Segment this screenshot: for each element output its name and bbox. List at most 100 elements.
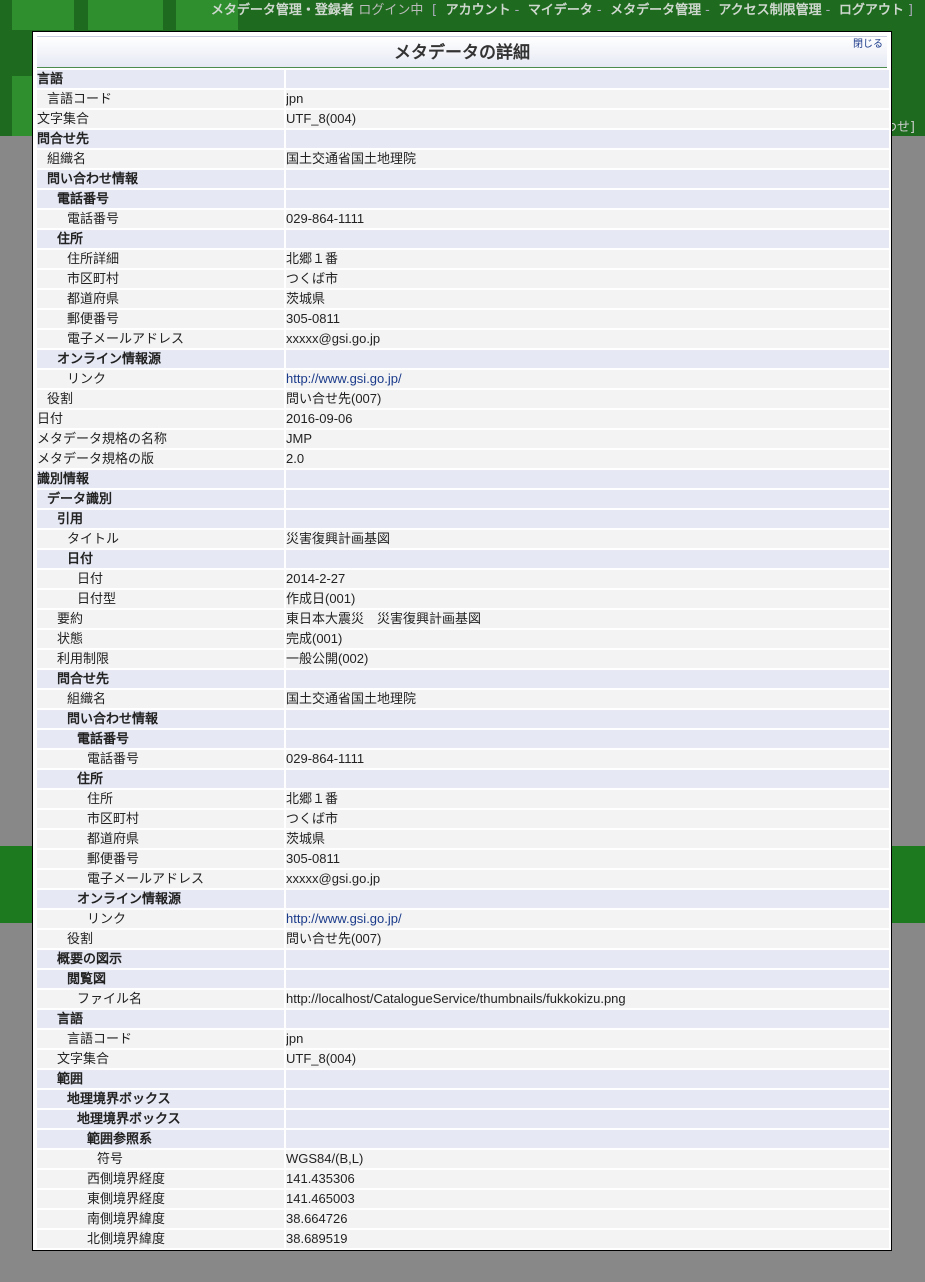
row-value: 305-0811 [286, 850, 889, 868]
group-row: 電話番号 [37, 190, 889, 208]
row-value [286, 230, 889, 248]
row-value [286, 510, 889, 528]
nav-logout-link[interactable]: ログアウト [839, 3, 904, 18]
field-row: 役割 問い合せ先(007) [37, 930, 889, 948]
group-row: 電話番号 [37, 730, 889, 748]
field-row: 電話番号 029-864-1111 [37, 750, 889, 768]
field-row: 郵便番号 305-0811 [37, 310, 889, 328]
row-value: 茨城県 [286, 830, 889, 848]
row-value: UTF_8(004) [286, 1050, 889, 1068]
row-value: 国土交通省国土地理院 [286, 690, 889, 708]
field-row: 市区町村 つくば市 [37, 810, 889, 828]
row-key: 言語コード [37, 1030, 284, 1048]
row-value: WGS84/(B,L) [286, 1150, 889, 1168]
row-value: 38.689519 [286, 1230, 889, 1248]
field-row: 言語コード jpn [37, 1030, 889, 1048]
row-value: http://www.gsi.go.jp/ [286, 910, 889, 928]
row-key: 役割 [37, 930, 284, 948]
row-key: 組織名 [37, 150, 284, 168]
row-key: 文字集合 [37, 1050, 284, 1068]
row-value: 2014-2-27 [286, 570, 889, 588]
row-key: 日付 [37, 410, 284, 428]
row-value [286, 730, 889, 748]
group-row: 地理境界ボックス [37, 1110, 889, 1128]
row-key: 電話番号 [37, 190, 284, 208]
value-link[interactable]: http://www.gsi.go.jp/ [286, 911, 402, 926]
field-row: 日付型 作成日(001) [37, 590, 889, 608]
row-key: 南側境界緯度 [37, 1210, 284, 1228]
row-value: jpn [286, 1030, 889, 1048]
row-value: 北郷１番 [286, 790, 889, 808]
field-row: 役割 問い合せ先(007) [37, 390, 889, 408]
field-row: リンク http://www.gsi.go.jp/ [37, 910, 889, 928]
close-link[interactable]: 閉じる [853, 32, 883, 61]
row-value: 作成日(001) [286, 590, 889, 608]
field-row: タイトル 災害復興計画基図 [37, 530, 889, 548]
group-row: 範囲 [37, 1070, 889, 1088]
group-row: 問合せ先 [37, 670, 889, 688]
row-value: JMP [286, 430, 889, 448]
field-row: 文字集合 UTF_8(004) [37, 110, 889, 128]
login-status: ログイン中 [358, 3, 424, 18]
row-value [286, 350, 889, 368]
field-row: 組織名 国土交通省国土地理院 [37, 690, 889, 708]
row-key: 日付型 [37, 590, 284, 608]
row-value: 2.0 [286, 450, 889, 468]
group-row: 問い合わせ情報 [37, 710, 889, 728]
field-row: 言語コード jpn [37, 90, 889, 108]
field-row: 電話番号 029-864-1111 [37, 210, 889, 228]
row-key: タイトル [37, 530, 284, 548]
row-key: 引用 [37, 510, 284, 528]
row-value [286, 710, 889, 728]
background-block [88, 0, 163, 30]
nav-mydata-link[interactable]: マイデータ [528, 3, 593, 18]
nav-access-link[interactable]: アクセス制限管理 [718, 3, 821, 18]
row-value: 北郷１番 [286, 250, 889, 268]
field-row: 市区町村 つくば市 [37, 270, 889, 288]
group-row: 識別情報 [37, 470, 889, 488]
field-row: 東側境界経度 141.465003 [37, 1190, 889, 1208]
nav-account-link[interactable]: アカウント [446, 3, 511, 18]
row-value: 東日本大震災 災害復興計画基図 [286, 610, 889, 628]
row-key: 地理境界ボックス [37, 1110, 284, 1128]
field-row: 日付 2014-2-27 [37, 570, 889, 588]
group-row: 地理境界ボックス [37, 1090, 889, 1108]
row-value: 141.435306 [286, 1170, 889, 1188]
field-row: メタデータ規格の名称 JMP [37, 430, 889, 448]
row-value: xxxxx@gsi.go.jp [286, 870, 889, 888]
group-row: 言語 [37, 1010, 889, 1028]
field-row: 組織名 国土交通省国土地理院 [37, 150, 889, 168]
row-key: 電話番号 [37, 750, 284, 768]
top-navigation: メタデータ管理・登録者 ログイン中 [ アカウント - マイデータ - メタデータ管… [210, 3, 913, 18]
row-key: 日付 [37, 570, 284, 588]
row-key: 文字集合 [37, 110, 284, 128]
row-value [286, 490, 889, 508]
row-value [286, 970, 889, 988]
nav-metadata-link[interactable]: メタデータ管理 [610, 3, 701, 18]
row-value [286, 1070, 889, 1088]
row-key: 閲覧図 [37, 970, 284, 988]
field-row: 要約 東日本大震災 災害復興計画基図 [37, 610, 889, 628]
row-value: UTF_8(004) [286, 110, 889, 128]
row-value: http://www.gsi.go.jp/ [286, 370, 889, 388]
row-value: jpn [286, 90, 889, 108]
row-value [286, 70, 889, 88]
row-key: メタデータ規格の版 [37, 450, 284, 468]
field-row: 北側境界緯度 38.689519 [37, 1230, 889, 1248]
row-key: 言語 [37, 70, 284, 88]
row-value: http://localhost/CatalogueService/thumbn… [286, 990, 889, 1008]
row-key: リンク [37, 910, 284, 928]
row-value [286, 890, 889, 908]
row-key: 言語 [37, 1010, 284, 1028]
row-key: 東側境界経度 [37, 1190, 284, 1208]
row-value [286, 670, 889, 688]
row-key: 利用制限 [37, 650, 284, 668]
row-value [286, 1090, 889, 1108]
row-key: 郵便番号 [37, 850, 284, 868]
group-row: 言語 [37, 70, 889, 88]
row-value: 305-0811 [286, 310, 889, 328]
value-link[interactable]: http://www.gsi.go.jp/ [286, 371, 402, 386]
row-key: 範囲参照系 [37, 1130, 284, 1148]
row-key: 問い合わせ情報 [37, 710, 284, 728]
field-row: ファイル名 http://localhost/CatalogueService/t… [37, 990, 889, 1008]
